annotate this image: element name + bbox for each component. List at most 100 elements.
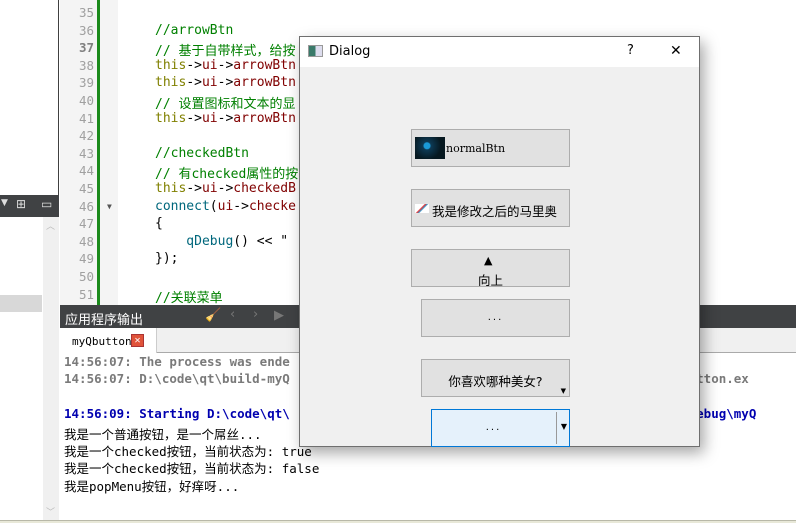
dialog-titlebar: Dialog ? ✕ (300, 37, 699, 67)
line-number: 48 (78, 233, 94, 249)
normal-button[interactable]: normalBtn (411, 129, 570, 167)
scrollbar[interactable]: ︿ ﹀ (43, 217, 59, 520)
code-line: //checkedBtn (155, 146, 249, 161)
line-number: 45 (78, 181, 94, 196)
code-token: arrowBtn (233, 75, 296, 91)
log-line: 我是一个checked按钮，当前状态为: true (64, 444, 312, 459)
fold-icon[interactable]: ▼ (107, 202, 112, 211)
sidebar-toolbar: ▼ ⊞ ▭ (0, 195, 59, 217)
code-token: //关联菜单 (155, 290, 223, 306)
close-pane-icon[interactable]: ▭ (41, 197, 52, 211)
code-token: ui (217, 198, 234, 214)
code-line: this->ui->arrowBtn (155, 111, 296, 126)
dropdown-arrow-icon[interactable]: ▼ (561, 422, 567, 431)
scroll-down-icon[interactable]: ﹀ (46, 505, 55, 518)
code-line: // 有checked属性的按 (155, 163, 298, 182)
next-icon[interactable]: › (253, 307, 258, 322)
dropdown-icon[interactable]: ▼ (1, 198, 8, 208)
code-line: this->ui->checkedB (155, 181, 296, 196)
line-number: 35 (78, 5, 94, 20)
code-token: //arrowBtn (155, 22, 234, 38)
code-token: -> (186, 110, 202, 126)
code-token: { (155, 216, 163, 232)
project-sidebar: ▼ ⊞ ▭ ︿ ﹀ (0, 0, 59, 523)
split-add-icon[interactable]: ⊞ (16, 197, 26, 211)
mario-icon (415, 204, 429, 213)
code-line: // 设置图标和文本的显 (155, 93, 295, 112)
menu-button[interactable]: 你喜欢哪种美女? ▼ (421, 359, 570, 397)
code-token: arrowBtn (233, 57, 296, 73)
code-token: -> (217, 181, 234, 196)
selected-item[interactable] (0, 295, 42, 312)
tab-label: myQbutton (72, 335, 132, 348)
code-line: // 基于自带样式，给按 (155, 40, 295, 59)
log-line: 我是popMenu按钮，好痒呀... (64, 478, 240, 494)
code-line: this->ui->arrowBtn (155, 58, 296, 73)
line-number: 46 (78, 198, 94, 214)
code-line: //关联菜单 (155, 287, 223, 306)
scroll-up-icon[interactable]: ︿ (46, 219, 55, 232)
code-line: }); (155, 251, 178, 266)
line-number: 50 (78, 269, 94, 284)
code-token: ui (201, 110, 218, 126)
code-token: connect (155, 198, 210, 214)
line-number: 41 (78, 110, 94, 126)
code-token: -> (233, 198, 249, 214)
line-number: 39 (78, 75, 94, 91)
line-number-gutter: 35 36 37 38 39 40 41 42 43 44 45 46 ▼ 47 48 49 50 51 (60, 0, 118, 305)
code-token: -> (186, 181, 202, 196)
code-token: this (155, 181, 187, 196)
code-token: ui (201, 57, 218, 73)
code-line: qDebug() << " (155, 234, 288, 249)
prev-icon[interactable]: ‹ (230, 307, 235, 322)
line-number: 47 (78, 216, 94, 232)
split-menu-button[interactable]: ... ▼ (431, 409, 570, 447)
run-icon[interactable]: ▶ (274, 308, 284, 323)
line-number: 36 (78, 22, 94, 38)
line-number: 38 (78, 57, 94, 73)
code-token: ui (201, 75, 218, 91)
line-number: 49 (78, 251, 94, 267)
code-token: ( (209, 198, 218, 214)
line-number: 37 (78, 40, 94, 56)
code-token: this (155, 57, 187, 73)
close-button[interactable]: ✕ (670, 43, 682, 59)
code-token: qDebug (155, 233, 234, 249)
code-token: checke (248, 198, 296, 214)
mario-button[interactable]: 我是修改之后的马里奥 (411, 189, 570, 227)
log-line: 14:56:07: The process was ende (64, 354, 290, 369)
tool-button[interactable]: ... (421, 299, 570, 337)
code-token: () << " (233, 233, 289, 249)
code-line: connect(ui->checke (155, 199, 296, 214)
code-line: this->ui->arrowBtn (155, 75, 296, 90)
code-line: { (155, 216, 163, 231)
output-title: 应用程序输出 (65, 313, 144, 328)
help-button[interactable]: ? (627, 43, 634, 58)
code-token: -> (217, 75, 234, 91)
code-token: checkedB (233, 181, 296, 196)
code-token: ui (201, 181, 218, 196)
line-number: 43 (78, 145, 94, 161)
code-token: this (155, 75, 187, 91)
arrow-up-button[interactable]: ▲ 向上 (411, 249, 570, 288)
code-token: -> (217, 110, 234, 126)
window-icon (308, 45, 323, 57)
code-token: -> (186, 75, 202, 91)
dialog-window: Dialog ? ✕ normalBtn 我是修改之后的马里奥 ▲ 向上 ...… (299, 36, 700, 447)
code-token: arrowBtn (233, 110, 296, 126)
line-number: 42 (78, 128, 94, 144)
line-number: 40 (78, 93, 94, 108)
clear-icon[interactable]: 🧹 (205, 308, 221, 323)
log-line: 我是一个普通按钮，是一个屌丝... (64, 426, 262, 442)
line-number: 51 (78, 286, 94, 302)
close-icon[interactable]: ✕ (131, 334, 144, 347)
tab-myqbutton[interactable]: myQbutton ✕ (60, 328, 157, 353)
code-token: -> (186, 57, 202, 73)
code-line: //arrowBtn (155, 23, 233, 38)
code-token: //checkedBtn (155, 145, 249, 161)
avatar-icon (415, 137, 445, 159)
arrow-up-icon: ▲ (484, 254, 493, 267)
code-token: this (155, 110, 187, 126)
code-token: }); (155, 251, 179, 267)
line-number: 44 (78, 163, 94, 179)
